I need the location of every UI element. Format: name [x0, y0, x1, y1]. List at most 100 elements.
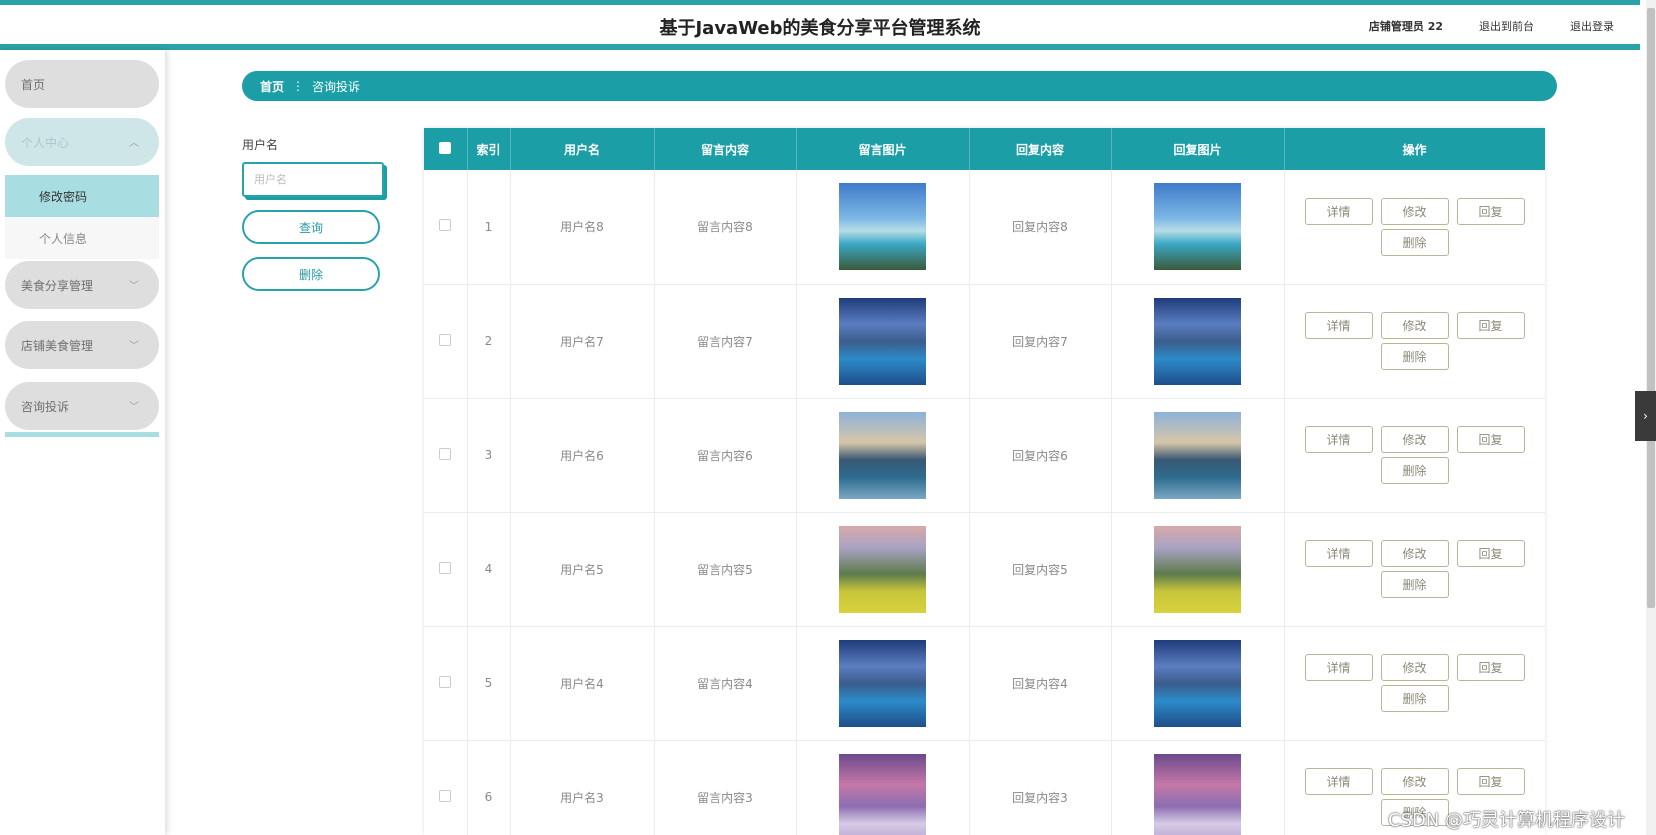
row-checkbox[interactable]: [439, 561, 452, 574]
search-label: 用户名: [242, 138, 279, 152]
reply-button[interactable]: 回复: [1456, 312, 1525, 339]
message-image: [839, 639, 926, 727]
header-actions: 操作: [1284, 128, 1545, 170]
reply-button[interactable]: 回复: [1456, 654, 1525, 681]
header-message-image: 留言图片: [796, 128, 970, 170]
breadcrumb-current: 咨询投诉: [312, 79, 361, 94]
detail-button[interactable]: 详情: [1304, 426, 1373, 453]
header-reply: 回复内容: [969, 128, 1112, 170]
row-select-cell[interactable]: [424, 398, 468, 513]
row-select-cell[interactable]: [424, 512, 468, 627]
sidebar: 首页 个人中心 ︿ 修改密码 个人信息 美食分享管理 ﹀ 店铺美食管理 ﹀ 咨询…: [0, 50, 165, 835]
cell-message-image: [796, 170, 970, 285]
edit-button[interactable]: 修改: [1380, 654, 1449, 681]
table-row: 1 用户名8 留言内容8 回复内容8 详情 修改 回复 删除: [424, 170, 1545, 285]
reply-image: [1154, 183, 1241, 271]
table-row: 4 用户名5 留言内容5 回复内容5 详情 修改 回复 删除: [424, 512, 1545, 627]
detail-button[interactable]: 详情: [1304, 197, 1373, 225]
message-image: [839, 297, 926, 385]
detail-button[interactable]: 详情: [1304, 540, 1373, 567]
delete-button[interactable]: 删除: [1380, 228, 1449, 256]
edit-button[interactable]: 修改: [1380, 426, 1449, 453]
cell-reply: 回复内容6: [969, 398, 1112, 513]
delete-selected-button[interactable]: 删除: [242, 257, 380, 291]
reply-button[interactable]: 回复: [1456, 197, 1525, 225]
reply-button[interactable]: 回复: [1456, 426, 1525, 453]
header-index: 索引: [467, 128, 511, 170]
cell-reply-image: [1111, 170, 1285, 285]
username-search-input[interactable]: [242, 162, 384, 197]
chevron-down-icon: ﹀: [129, 341, 139, 352]
sidebar-item-personal-center[interactable]: 个人中心 ︿: [5, 118, 159, 166]
row-checkbox[interactable]: [439, 447, 452, 460]
header-reply-image: 回复图片: [1111, 128, 1285, 170]
edit-button[interactable]: 修改: [1380, 197, 1449, 225]
sidebar-item-label: 咨询投诉: [21, 399, 70, 414]
chevron-down-icon: ﹀: [129, 402, 139, 413]
cell-index: 4: [467, 512, 511, 627]
sidebar-subitem-personal-info[interactable]: 个人信息: [5, 217, 159, 259]
row-select-cell[interactable]: [424, 626, 468, 741]
back-to-front-link[interactable]: 退出到前台: [1479, 18, 1534, 34]
edit-button[interactable]: 修改: [1380, 768, 1449, 795]
table-body: 1 用户名8 留言内容8 回复内容8 详情 修改 回复 删除 2 用户名7 留言内容7 回复内容7 详情…: [424, 170, 1545, 835]
reply-image: [1154, 297, 1241, 385]
row-select-cell[interactable]: [424, 170, 468, 285]
query-button[interactable]: 查询: [242, 210, 380, 244]
reply-image: [1154, 639, 1241, 727]
cell-message: 留言内容6: [654, 398, 797, 513]
delete-button[interactable]: 删除: [1380, 571, 1449, 598]
cell-reply: 回复内容4: [969, 626, 1112, 741]
select-all-checkbox[interactable]: [439, 141, 452, 154]
cell-reply: 回复内容8: [969, 170, 1112, 285]
row-checkbox[interactable]: [439, 219, 452, 232]
message-image: [839, 411, 926, 499]
select-all-cell[interactable]: [424, 128, 468, 170]
sidebar-subitem-change-password[interactable]: 修改密码: [5, 175, 159, 217]
cell-username: 用户名8: [510, 170, 655, 285]
message-image: [839, 183, 926, 271]
delete-button[interactable]: 删除: [1380, 685, 1449, 712]
sidebar-item-label: 个人中心: [21, 135, 70, 150]
scrollbar-thumb[interactable]: [1647, 8, 1655, 608]
reply-image: [1154, 411, 1241, 499]
cell-index: 6: [467, 740, 511, 835]
cell-reply-image: [1111, 284, 1285, 399]
cell-message: 留言内容4: [654, 626, 797, 741]
edit-button[interactable]: 修改: [1380, 312, 1449, 339]
reply-button[interactable]: 回复: [1456, 768, 1525, 795]
detail-button[interactable]: 详情: [1304, 768, 1373, 795]
header-username: 用户名: [510, 128, 655, 170]
cell-reply: 回复内容7: [969, 284, 1112, 399]
cell-actions: 详情 修改 回复 删除: [1284, 170, 1545, 285]
cell-reply-image: [1111, 398, 1285, 513]
cell-reply: 回复内容5: [969, 512, 1112, 627]
reply-image: [1154, 753, 1241, 835]
sidebar-item-shop-food[interactable]: 店铺美食管理 ﹀: [5, 321, 159, 369]
breadcrumb-home[interactable]: 首页: [260, 78, 284, 95]
sidebar-item-home[interactable]: 首页: [5, 60, 159, 108]
row-checkbox[interactable]: [439, 675, 452, 688]
sidebar-item-consult[interactable]: 咨询投诉 ﹀: [5, 382, 159, 430]
reply-button[interactable]: 回复: [1456, 540, 1525, 567]
edit-button[interactable]: 修改: [1380, 540, 1449, 567]
delete-button[interactable]: 删除: [1380, 343, 1449, 370]
cell-actions: 详情 修改 回复 删除: [1284, 626, 1545, 741]
cell-index: 3: [467, 398, 511, 513]
row-select-cell[interactable]: [424, 284, 468, 399]
complaint-table: 索引 用户名 留言内容 留言图片 回复内容 回复图片 操作 1 用户名8 留言内容8…: [424, 128, 1545, 835]
row-select-cell[interactable]: [424, 740, 468, 835]
row-checkbox[interactable]: [439, 333, 452, 346]
cell-message: 留言内容5: [654, 512, 797, 627]
detail-button[interactable]: 详情: [1304, 654, 1373, 681]
sidebar-item-food-share[interactable]: 美食分享管理 ﹀: [5, 261, 159, 309]
cell-message-image: [796, 284, 970, 399]
detail-button[interactable]: 详情: [1304, 312, 1373, 339]
logout-link[interactable]: 退出登录: [1570, 18, 1614, 34]
delete-button[interactable]: 删除: [1380, 457, 1449, 484]
cell-actions: 详情 修改 回复 删除: [1284, 398, 1545, 513]
sidebar-subitem-label: 修改密码: [39, 189, 88, 204]
row-checkbox[interactable]: [439, 789, 452, 802]
cell-actions: 详情 修改 回复 删除: [1284, 512, 1545, 627]
chevron-right-icon[interactable]: ›: [1635, 391, 1656, 441]
